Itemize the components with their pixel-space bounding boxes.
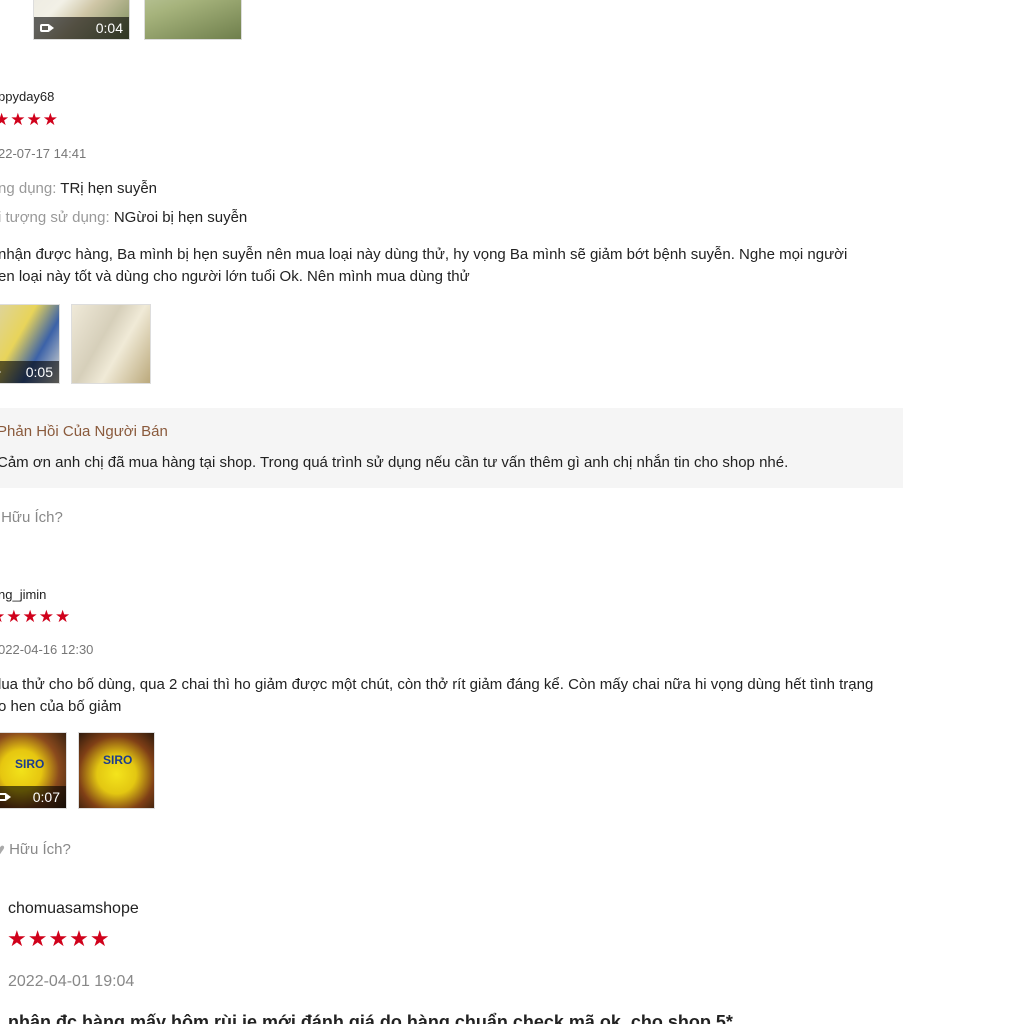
- review-image-thumbnail[interactable]: SIRO: [78, 732, 155, 809]
- rating-stars: ★★★★★: [0, 607, 72, 626]
- review-video-thumbnail[interactable]: 0:04: [33, 0, 130, 40]
- review-image-thumbnail[interactable]: [71, 304, 151, 384]
- review-timestamp: 022-04-16 12:30: [0, 642, 94, 657]
- video-bar: 0:04: [34, 17, 129, 39]
- product-reviews-panel: 0:04 ppyday68 ★★★★ 22-07-17 14:41 ng dụn…: [0, 0, 1024, 1024]
- thumbs-up-icon: ♥: [0, 841, 5, 858]
- helpful-button[interactable]: ♥ Hữu Ích?: [0, 509, 63, 526]
- review-timestamp: 2022-04-01 19:04: [8, 973, 135, 990]
- review-username[interactable]: ppyday68: [0, 89, 54, 104]
- video-duration: 0:07: [32, 789, 60, 805]
- video-bar: 0:05: [0, 361, 59, 383]
- video-camera-icon: [0, 367, 1, 377]
- review-video-thumbnail[interactable]: SIRO 0:07: [0, 732, 67, 809]
- review-body-line: nhận đc hàng mấy hôm rùi ie mới đánh giá…: [8, 1012, 733, 1024]
- video-camera-icon: [40, 23, 54, 33]
- review-body-line: nhận được hàng, Ba mình bị hẹn suyễn nên…: [0, 246, 848, 263]
- seller-reply-title: Phản Hồi Của Người Bán: [0, 423, 168, 440]
- helpful-label: Hữu Ích?: [1, 509, 63, 526]
- helpful-button[interactable]: ♥ Hữu Ích?: [0, 841, 71, 858]
- property-value: TRị hẹn suyễn: [60, 180, 158, 197]
- review-username[interactable]: ng_jimin: [0, 587, 46, 602]
- review-body-line: lua thử cho bố dùng, qua 2 chai thì ho g…: [0, 676, 874, 693]
- review-timestamp: 22-07-17 14:41: [0, 146, 87, 161]
- review-image-thumbnail[interactable]: [144, 0, 242, 40]
- rating-stars: ★★★★: [0, 110, 59, 129]
- seller-reply-text: Cảm ơn anh chị đã mua hàng tại shop. Tro…: [0, 454, 789, 471]
- property-value: NGừoi bị hẹn suyễn: [113, 209, 248, 226]
- review-property-target: i tượng sử dụng: NGừoi bị hẹn suyễn: [0, 209, 247, 226]
- review-video-thumbnail[interactable]: 0:05: [0, 304, 60, 384]
- seller-reply-box: [0, 408, 903, 488]
- property-label: ng dụng:: [0, 180, 57, 197]
- video-bar: 0:07: [0, 786, 66, 808]
- product-image-mark: SIRO: [103, 753, 133, 767]
- review-body-line: o hen của bố giảm: [0, 698, 122, 715]
- product-image-mark: SIRO: [15, 757, 45, 771]
- review-property-usage: ng dụng: TRị hẹn suyễn: [0, 180, 157, 197]
- review-body-line: en loại này tốt và dùng cho người lớn tu…: [0, 268, 470, 285]
- video-duration: 0:05: [25, 364, 53, 380]
- review-username[interactable]: chomuasamshope: [8, 900, 139, 918]
- rating-stars: ★★★★★: [7, 926, 111, 951]
- property-label: i tượng sử dụng:: [0, 209, 110, 226]
- video-camera-icon: [0, 792, 11, 802]
- video-duration: 0:04: [95, 20, 123, 36]
- helpful-label: Hữu Ích?: [9, 841, 71, 858]
